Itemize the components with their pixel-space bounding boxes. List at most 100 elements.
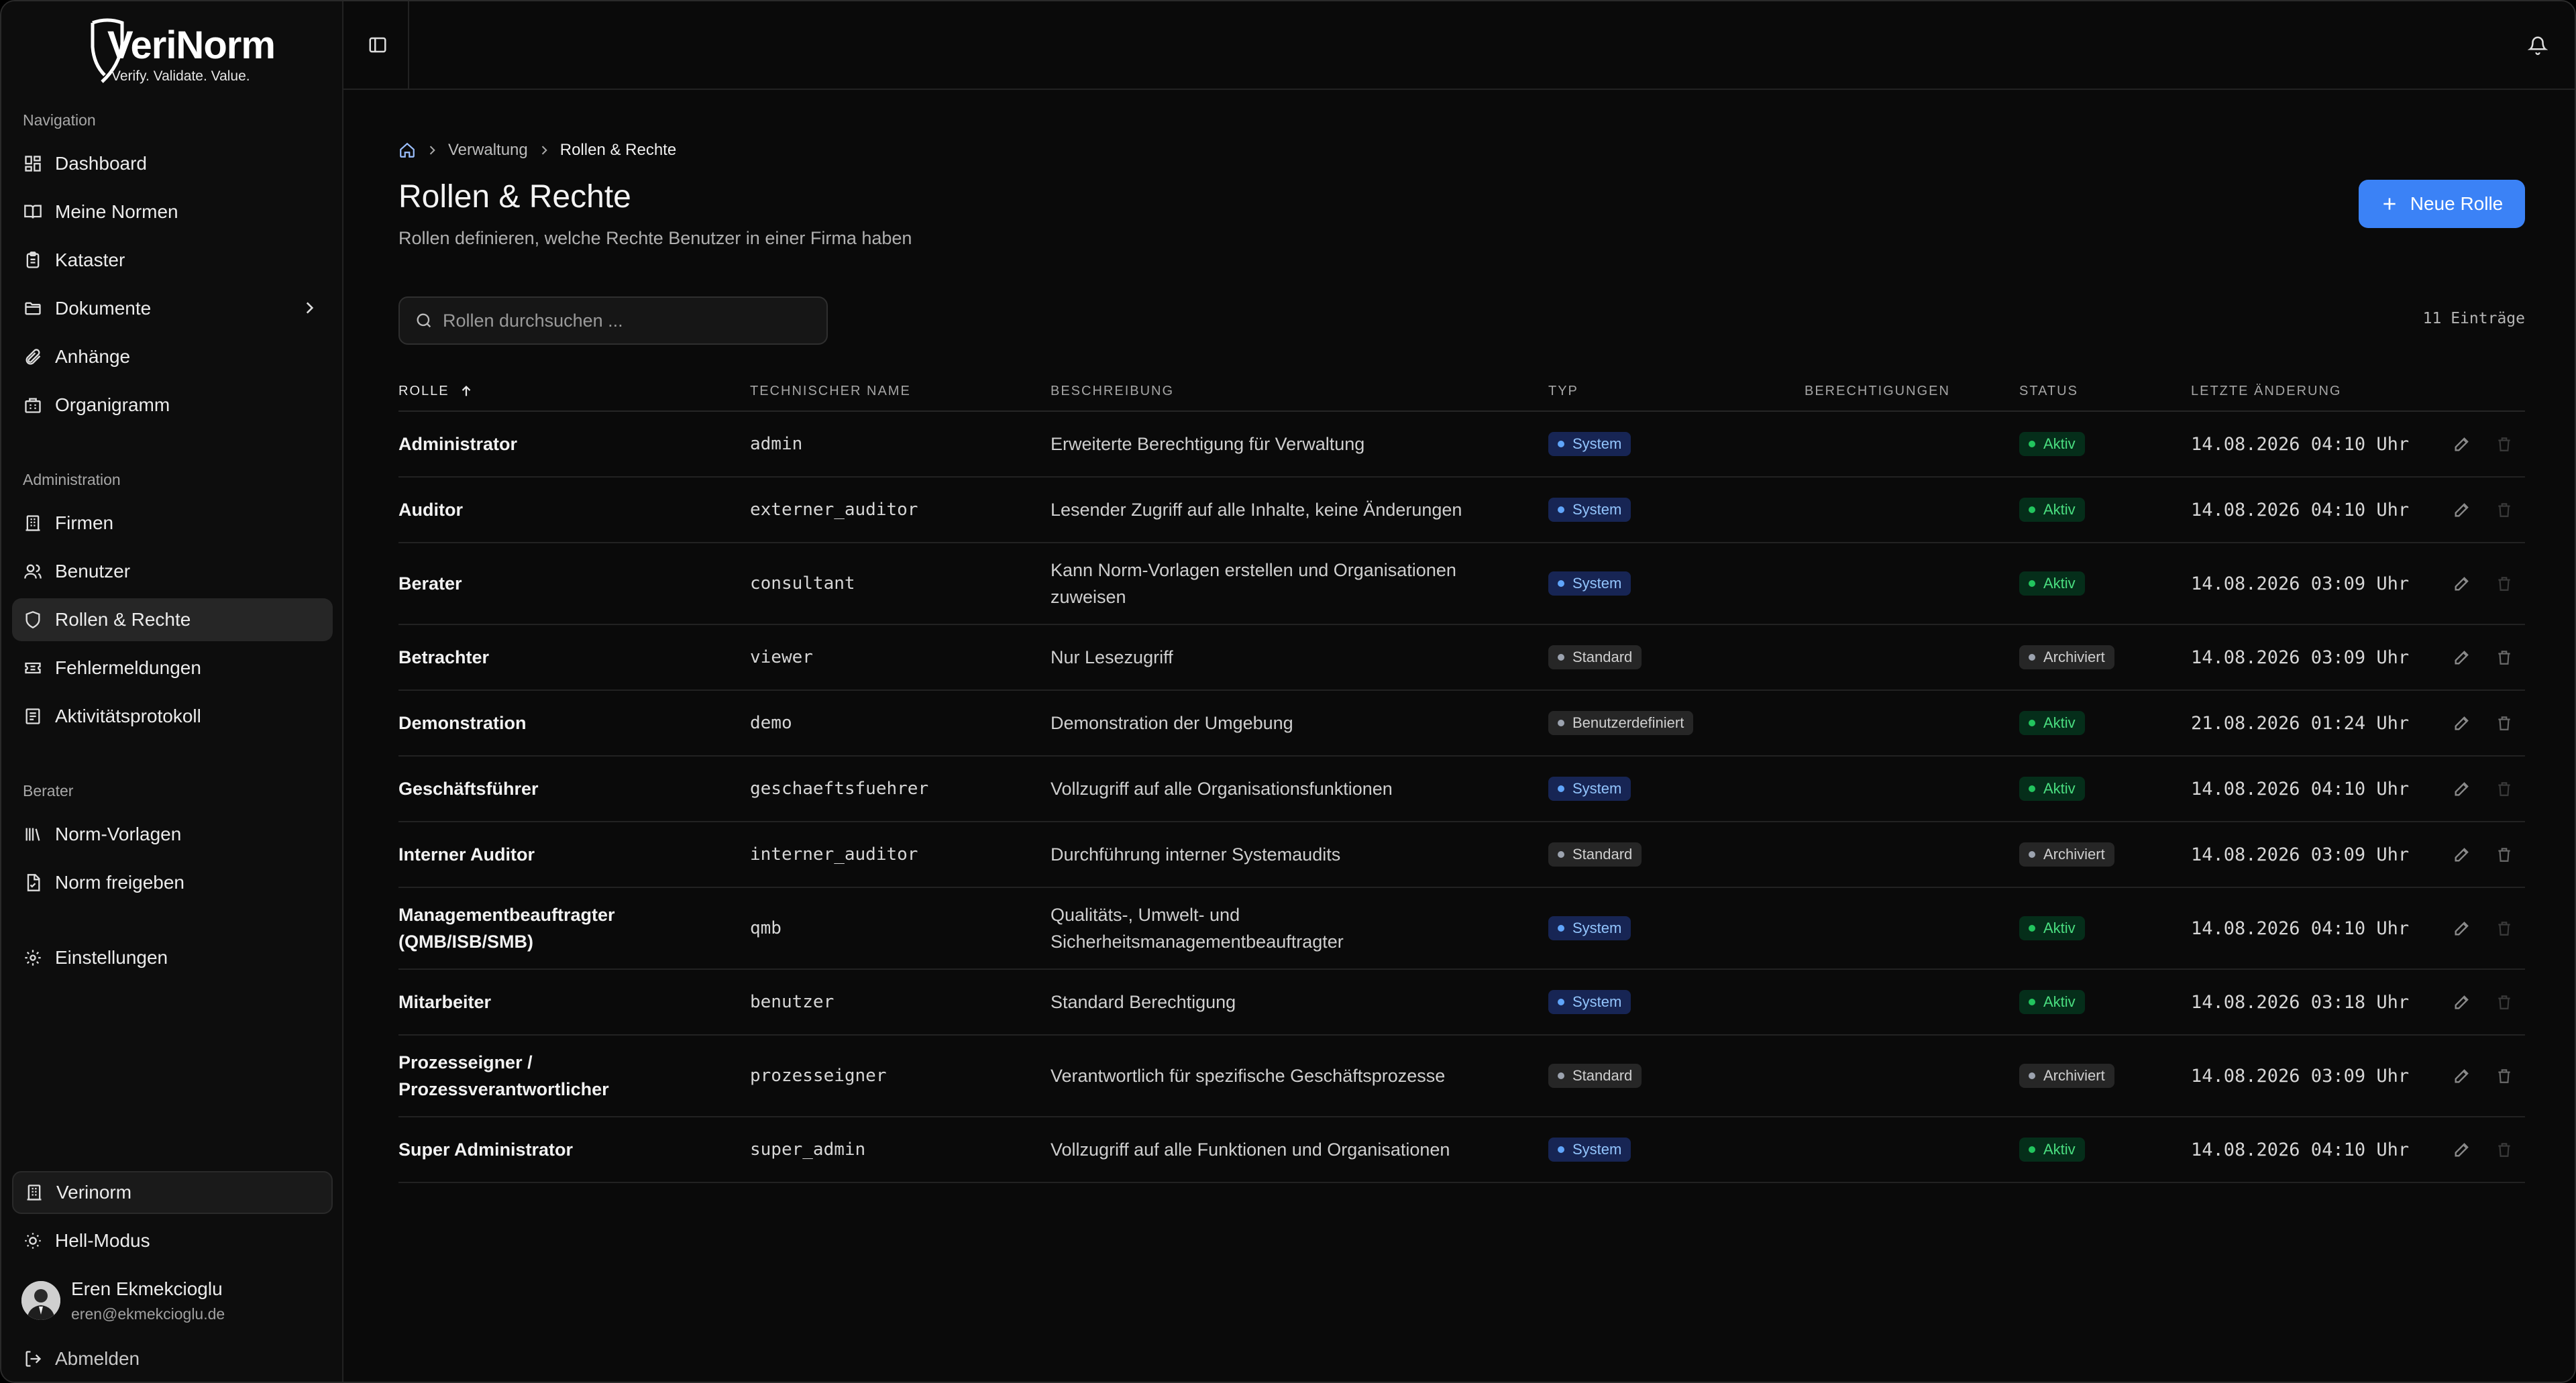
table-row[interactable]: Administrator admin Erweiterte Berechtigun… [398, 412, 2525, 478]
home-icon[interactable] [398, 142, 416, 159]
sidebar-item-dokumente[interactable]: Dokumente [12, 287, 333, 330]
theme-label: Hell-Modus [55, 1230, 150, 1251]
new-role-button[interactable]: Neue Rolle [2359, 180, 2525, 228]
trash-icon[interactable] [2496, 625, 2513, 689]
sidebar-item-fehlermeldungen[interactable]: Fehlermeldungen [12, 647, 333, 689]
logout-label: Abmelden [55, 1348, 140, 1369]
gear-icon [23, 948, 43, 968]
role-type: Standard [1548, 822, 1642, 887]
table-row[interactable]: Geschäftsführer geschaeftsfuehrer Vollzugr… [398, 757, 2525, 822]
edit-icon[interactable] [2453, 412, 2471, 476]
role-name: Super Administrator [398, 1140, 574, 1160]
role-description: Demonstration der Umgebung [1051, 713, 1293, 733]
column-header-type[interactable]: TYP [1548, 370, 1578, 412]
bell-icon[interactable] [2527, 35, 2548, 58]
role-status: Archiviert [2019, 1036, 2114, 1116]
sidebar-item-organigramm[interactable]: Organigramm [12, 384, 333, 427]
column-header-status[interactable]: STATUS [2019, 370, 2078, 412]
breadcrumb-current: Rollen & Rechte [559, 141, 677, 159]
sidebar-item-kataster[interactable]: Kataster [12, 239, 333, 282]
table-row[interactable]: Auditor externer_auditor Lesender Zugriff … [398, 478, 2525, 543]
sidebar-item-anhaenge[interactable]: Anhänge [12, 335, 333, 378]
badge-dot [2029, 1146, 2035, 1153]
badge-dot [1558, 999, 1564, 1005]
column-header-perms[interactable]: BERECHTIGUNGEN [1805, 370, 1950, 412]
sidebar-item-norm-vorlagen[interactable]: Norm-Vorlagen [12, 813, 333, 856]
edit-icon[interactable] [2453, 888, 2471, 969]
role-name: Prozesseigner / Prozessverantwortlicher [398, 1052, 609, 1099]
table-row[interactable]: Managementbeauftragter (QMB/ISB/SMB) qmb Q… [398, 888, 2525, 970]
search-input[interactable] [443, 310, 818, 331]
role-description: Erweiterte Berechtigung für Verwaltung [1051, 434, 1365, 454]
trash-icon[interactable] [2496, 1036, 2513, 1116]
badge-dot [1558, 1146, 1564, 1153]
user-profile[interactable]: Eren Ekmekcioglu eren@ekmekcioglu.de [21, 1276, 330, 1329]
trash-icon [2496, 412, 2513, 476]
log-icon [23, 706, 43, 726]
tenant-switcher[interactable]: Verinorm [12, 1171, 333, 1214]
chevron-right-icon [537, 144, 551, 157]
breadcrumb-parent[interactable]: Verwaltung [448, 141, 528, 160]
sidebar-item-einstellungen[interactable]: Einstellungen [12, 936, 333, 979]
edit-icon[interactable] [2453, 543, 2471, 624]
search-box[interactable] [398, 296, 828, 345]
edit-icon[interactable] [2453, 625, 2471, 689]
column-header-role[interactable]: ROLLE [398, 370, 474, 412]
sidebar-item-dashboard[interactable]: Dashboard [12, 142, 333, 185]
badge-dot [2029, 441, 2035, 447]
table-row[interactable]: Betrachter viewer Nur Lesezugriff Standard 1… [398, 625, 2525, 691]
edit-icon[interactable] [2453, 1036, 2471, 1116]
section-title-berater: Berater [23, 782, 74, 799]
role-status: Aktiv [2019, 888, 2085, 969]
badge-dot [2029, 1072, 2035, 1079]
type-badge: Standard [1548, 1064, 1642, 1088]
edit-icon[interactable] [2453, 691, 2471, 755]
sidebar-toggle-icon[interactable] [368, 35, 388, 58]
sidebar-item-norm-freigeben[interactable]: Norm freigeben [12, 861, 333, 904]
building-icon [23, 395, 43, 415]
sidebar-item-firmen[interactable]: Firmen [12, 502, 333, 545]
file-check-icon [23, 873, 43, 893]
table-row[interactable]: Prozesseigner / Prozessverantwortlicher p… [398, 1036, 2525, 1117]
badge-dot [2029, 720, 2035, 726]
table-row[interactable]: Mitarbeiter benutzer Standard Berechtigung… [398, 970, 2525, 1036]
sidebar-item-aktivitaetsprotokoll[interactable]: Aktivitätsprotokoll [12, 695, 333, 738]
table-row[interactable]: Super Administrator super_admin Vollzugrif… [398, 1117, 2525, 1183]
logout-button[interactable]: Abmelden [12, 1337, 333, 1380]
edit-icon[interactable] [2453, 970, 2471, 1034]
edit-icon[interactable] [2453, 1117, 2471, 1182]
users-icon [23, 561, 43, 582]
table-row[interactable]: Interner Auditor interner_auditor Durchfüh… [398, 822, 2525, 888]
trash-icon [2496, 478, 2513, 542]
type-badge: Standard [1548, 842, 1642, 867]
sidebar-item-label: Firmen [55, 512, 114, 533]
trash-icon [2496, 888, 2513, 969]
table-row[interactable]: Berater consultant Kann Norm-Vorlagen erst… [398, 543, 2525, 625]
edit-icon[interactable] [2453, 822, 2471, 887]
sidebar-item-meine-normen[interactable]: Meine Normen [12, 190, 333, 233]
edit-icon[interactable] [2453, 478, 2471, 542]
column-header-tech[interactable]: TECHNISCHER NAME [750, 370, 911, 412]
app-window: VeriNorm Verify. Validate. Value. Naviga… [0, 0, 2576, 1383]
role-name: Betrachter [398, 647, 490, 667]
user-name: Eren Ekmekcioglu [71, 1278, 223, 1299]
column-header-changed[interactable]: LETZTE ÄNDERUNG [2191, 370, 2341, 412]
role-description: Standard Berechtigung [1051, 992, 1236, 1012]
sidebar-item-label: Dokumente [55, 298, 152, 319]
new-role-label: Neue Rolle [2410, 193, 2504, 214]
theme-toggle[interactable]: Hell-Modus [12, 1219, 333, 1262]
brand-logo[interactable]: VeriNorm Verify. Validate. Value. [87, 16, 276, 84]
avatar [21, 1281, 60, 1320]
trash-icon[interactable] [2496, 822, 2513, 887]
role-type: Benutzerdefiniert [1548, 691, 1694, 755]
edit-icon[interactable] [2453, 757, 2471, 821]
sidebar-item-label: Norm-Vorlagen [55, 824, 182, 844]
sidebar-item-label: Norm freigeben [55, 872, 184, 893]
trash-icon[interactable] [2496, 691, 2513, 755]
last-changed: 21.08.2026 01:24 Uhr [2191, 712, 2410, 734]
role-name: Berater [398, 573, 462, 594]
sidebar-item-rollen-rechte[interactable]: Rollen & Rechte [12, 598, 333, 641]
table-row[interactable]: Demonstration demo Demonstration der Umgeb… [398, 691, 2525, 757]
column-header-desc[interactable]: BESCHREIBUNG [1051, 370, 1174, 412]
sidebar-item-benutzer[interactable]: Benutzer [12, 550, 333, 593]
